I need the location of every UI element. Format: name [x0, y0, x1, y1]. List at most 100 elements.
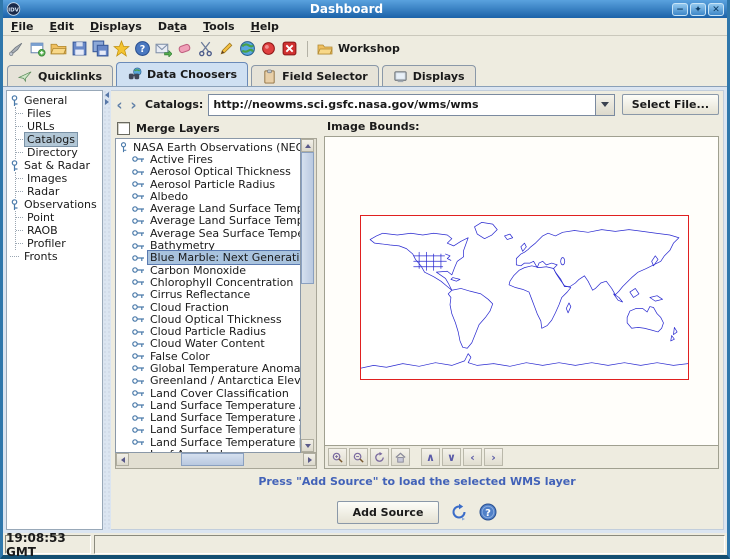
image-bounds-canvas[interactable] — [324, 136, 719, 446]
help-circle-icon[interactable]: ? — [134, 40, 151, 57]
layer-item[interactable]: Aerosol Optical Thickness — [119, 166, 300, 178]
reset-view-button[interactable] — [370, 448, 389, 466]
remove-icon[interactable] — [281, 40, 298, 57]
sidebar-item-catalogs[interactable]: Catalogs — [16, 133, 102, 146]
layer-item[interactable]: Land Surface Temperature [Day] — [119, 424, 300, 436]
record-icon[interactable] — [260, 40, 277, 57]
catalog-url-combobox[interactable]: http://neowms.sci.gsfc.nasa.gov/wms/wms — [208, 94, 614, 116]
expand-handle-icon[interactable] — [119, 142, 128, 153]
scroll-right-button[interactable] — [303, 453, 316, 466]
layer-item[interactable]: Average Sea Surface Temperatur — [119, 227, 300, 239]
layer-item[interactable]: Land Surface Temperature Anom — [119, 412, 300, 424]
layer-item[interactable]: Albedo — [119, 190, 300, 202]
minimize-button[interactable]: − — [672, 3, 688, 16]
add-source-button[interactable]: Add Source — [337, 501, 440, 524]
layer-item[interactable]: Aerosol Particle Radius — [119, 178, 300, 190]
vertical-scroll-thumb[interactable] — [301, 152, 314, 284]
menu-data[interactable]: Data — [158, 20, 187, 33]
refresh-icon[interactable] — [450, 503, 468, 521]
help-icon[interactable]: ? — [479, 503, 497, 521]
sidebar-item-point[interactable]: Point — [16, 211, 102, 224]
tab-quicklinks[interactable]: Quicklinks — [7, 65, 113, 86]
favorite-star-icon[interactable] — [113, 40, 130, 57]
select-file-button[interactable]: Select File... — [622, 94, 719, 115]
tab-displays[interactable]: Displays — [382, 65, 476, 86]
splitpane-divider[interactable] — [103, 90, 111, 530]
layer-item[interactable]: Cloud Particle Radius — [119, 325, 300, 337]
layer-item[interactable]: Chlorophyll Concentration — [119, 276, 300, 288]
horizontal-scrollbar[interactable] — [115, 453, 317, 469]
edit-pencil-icon[interactable] — [218, 40, 235, 57]
pan-left-button[interactable]: ‹ — [463, 448, 482, 466]
save-icon[interactable] — [71, 40, 88, 57]
menu-displays[interactable]: Displays — [90, 20, 142, 33]
expand-handle-icon[interactable] — [10, 160, 19, 172]
globe-icon[interactable] — [239, 40, 256, 57]
support-mail-icon[interactable] — [155, 40, 172, 57]
layer-item[interactable]: Cloud Optical Thickness — [119, 313, 300, 325]
sidebar-item-fronts[interactable]: Fronts — [10, 250, 102, 263]
sidebar-item-sat-radar[interactable]: Sat & Radar — [10, 159, 102, 172]
eraser-icon[interactable] — [176, 40, 193, 57]
zoom-in-button[interactable] — [328, 448, 347, 466]
cut-icon[interactable] — [197, 40, 214, 57]
vertical-scrollbar[interactable] — [301, 138, 317, 453]
home-button[interactable] — [391, 448, 410, 466]
tab-field-selector[interactable]: Field Selector — [251, 65, 379, 86]
expand-handle-icon[interactable] — [10, 199, 19, 211]
close-button[interactable]: ✕ — [708, 3, 724, 16]
layer-item[interactable]: Bathymetry — [119, 239, 300, 251]
scroll-up-button[interactable] — [301, 139, 314, 152]
sidebar-item-files[interactable]: Files — [16, 107, 102, 120]
layer-item[interactable]: Cloud Fraction — [119, 301, 300, 313]
new-window-icon[interactable] — [29, 40, 46, 57]
history-forward-icon[interactable]: › — [129, 98, 138, 112]
scroll-left-button[interactable] — [116, 453, 129, 466]
layer-item[interactable]: Land Surface Temperature [Night — [119, 436, 300, 448]
sidebar-item-directory[interactable]: Directory — [16, 146, 102, 159]
layer-item[interactable]: Cloud Water Content — [119, 338, 300, 350]
layer-item[interactable]: Blue Marble: Next Generation — [119, 252, 300, 264]
layer-item[interactable]: False Color — [119, 350, 300, 362]
divider-collapse-arrows[interactable] — [103, 92, 111, 105]
merge-layers-checkbox[interactable] — [117, 122, 130, 135]
layer-item[interactable]: Land Surface Temperature Anom — [119, 399, 300, 411]
menu-file[interactable]: File — [11, 20, 34, 33]
sidebar-item-general[interactable]: General — [10, 94, 102, 107]
menu-edit[interactable]: Edit — [50, 20, 74, 33]
sidebar-item-urls[interactable]: URLs — [16, 120, 102, 133]
pan-right-button[interactable]: › — [484, 448, 503, 466]
save-favorite-icon[interactable] — [92, 40, 109, 57]
expand-handle-icon[interactable] — [10, 95, 19, 107]
catalog-url-value[interactable]: http://neowms.sci.gsfc.nasa.gov/wms/wms — [209, 95, 594, 115]
open-folder-icon[interactable] — [50, 40, 67, 57]
combobox-dropdown-button[interactable] — [595, 95, 614, 115]
menu-help[interactable]: Help — [251, 20, 279, 33]
history-back-icon[interactable]: ‹ — [115, 98, 124, 112]
sidebar-item-raob[interactable]: RAOB — [16, 224, 102, 237]
layer-item[interactable]: Carbon Monoxide — [119, 264, 300, 276]
vertical-scroll-track[interactable] — [301, 152, 316, 439]
layer-item[interactable]: Land Cover Classification — [119, 387, 300, 399]
layer-item[interactable]: Active Fires — [119, 153, 300, 165]
title-bar[interactable]: IDV Dashboard − ✦ ✕ — [3, 0, 727, 18]
idv-rocket-icon[interactable] — [8, 40, 25, 57]
maximize-button[interactable]: ✦ — [690, 3, 706, 16]
layer-item[interactable]: Average Land Surface Temperatu — [119, 202, 300, 214]
horizontal-scroll-thumb[interactable] — [181, 453, 244, 466]
sidebar-item-images[interactable]: Images — [16, 172, 102, 185]
horizontal-scroll-track[interactable] — [129, 453, 303, 468]
zoom-out-button[interactable] — [349, 448, 368, 466]
workshop-toolbar-group[interactable]: Workshop — [317, 41, 400, 57]
scroll-down-button[interactable] — [301, 439, 314, 452]
menu-tools[interactable]: Tools — [203, 20, 234, 33]
layer-item[interactable]: Cirrus Reflectance — [119, 289, 300, 301]
sidebar-item-observations[interactable]: Observations — [10, 198, 102, 211]
sidebar-item-profiler[interactable]: Profiler — [16, 237, 102, 250]
pan-up-button[interactable]: ∧ — [421, 448, 440, 466]
world-map-preview[interactable] — [360, 215, 689, 380]
pan-down-button[interactable]: ∨ — [442, 448, 461, 466]
layer-item[interactable]: Global Temperature Anomaly — [119, 362, 300, 374]
layer-item[interactable]: Average Land Surface Temperatu — [119, 215, 300, 227]
sidebar-item-radar[interactable]: Radar — [16, 185, 102, 198]
